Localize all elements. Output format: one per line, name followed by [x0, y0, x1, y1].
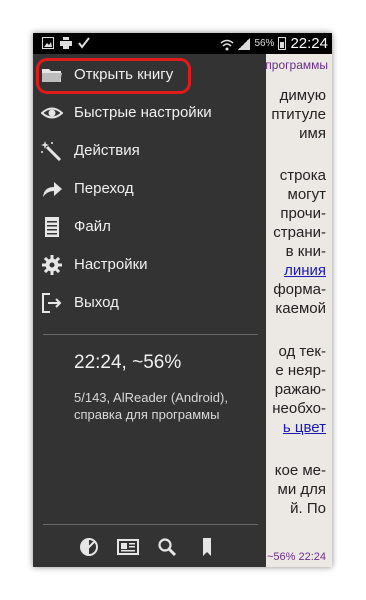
menu-label: Быстрые настройки [74, 104, 212, 121]
menu-settings[interactable]: Настройки [33, 246, 266, 284]
menu-label: Настройки [74, 256, 148, 273]
magic-wand-icon [41, 141, 63, 162]
divider [43, 334, 258, 335]
reader-line: могут [287, 186, 327, 203]
reader-line: строка [279, 167, 326, 184]
reader-line: птитуле [271, 106, 326, 123]
reader-header: программы [265, 58, 328, 72]
battery-icon [278, 37, 287, 50]
reader-footer: ~56% 22:24 [266, 551, 326, 563]
download-check-icon [78, 36, 90, 49]
reader-line: необхо- [272, 400, 326, 417]
reader-line: й. По [290, 500, 326, 517]
reader-line: в кни- [285, 243, 326, 260]
search-icon[interactable] [157, 537, 177, 557]
menu-label: Переход [74, 180, 134, 197]
print-notification-icon [60, 36, 72, 49]
menu-quick-settings[interactable]: Быстрые настройки [33, 94, 266, 132]
menu-actions[interactable]: Действия [33, 132, 266, 170]
menu-goto[interactable]: Переход [33, 170, 266, 208]
menu-label: Файл [74, 218, 111, 235]
reader-link[interactable]: линия [284, 262, 326, 279]
signal-icon [238, 37, 251, 50]
eye-icon [40, 103, 64, 123]
phone-screen: 56% 22:24 программы димую птитуле имя ст… [33, 33, 332, 567]
menu-open-book[interactable]: Открыть книгу [33, 56, 266, 94]
reader-line: од тек- [278, 343, 326, 360]
reader-line: имя [299, 125, 326, 142]
reader-line: ражаю- [274, 381, 326, 398]
reader-line: форма- [273, 281, 326, 298]
status-bar: 56% 22:24 [33, 33, 332, 54]
image-notification-icon [42, 36, 54, 49]
time-battery-status: 22:24, ~56% [74, 352, 182, 373]
menu-label: Выход [74, 294, 119, 311]
menu-exit[interactable]: Выход [33, 284, 266, 322]
contrast-icon[interactable] [79, 537, 99, 557]
reader-line: прочи- [280, 205, 326, 222]
status-right: 56% 22:24 [220, 33, 328, 54]
reader-line: димую [279, 87, 326, 104]
drawer-bottom-bar [33, 525, 266, 567]
menu-file[interactable]: Файл [33, 208, 266, 246]
status-time: 22:24 [290, 35, 328, 52]
reader-line: страни- [273, 224, 326, 241]
folder-icon [41, 65, 63, 85]
exit-icon [41, 293, 63, 313]
gear-icon [41, 255, 63, 275]
reader-line: кое ме- [274, 462, 326, 479]
bookmark-icon[interactable] [197, 537, 217, 557]
reader-link[interactable]: ь цвет [283, 419, 326, 436]
notification-icons [42, 36, 90, 49]
battery-percent: 56% [254, 38, 275, 49]
book-info: 5/143, AlReader (Android), справка для п… [74, 390, 228, 422]
reader-line: каемой [275, 300, 326, 317]
menu-label: Действия [74, 142, 140, 159]
menu-label: Открыть книгу [74, 66, 174, 83]
navigation-drawer: Открыть книгу Быстрые настройки Действия… [33, 54, 266, 567]
reader-line: ми для [277, 481, 327, 498]
screen-icon[interactable] [117, 537, 139, 557]
arrow-forward-icon [41, 179, 63, 199]
reader-line: е неяр- [275, 362, 326, 379]
wifi-icon [220, 38, 234, 50]
file-icon [41, 217, 63, 237]
